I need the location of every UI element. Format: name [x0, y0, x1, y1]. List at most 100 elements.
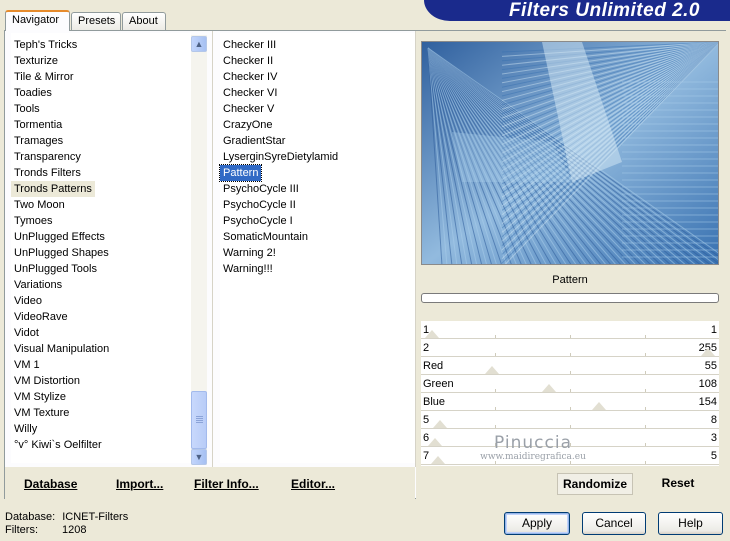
category-item[interactable]: VM Stylize — [11, 389, 69, 405]
slider-row[interactable]: 58 — [421, 411, 719, 429]
database-link[interactable]: Database — [24, 477, 77, 491]
slider-label: 7 — [423, 450, 430, 462]
category-item[interactable]: Transparency — [11, 149, 84, 165]
filter-item[interactable]: Checker VI — [220, 85, 280, 101]
filter-item[interactable]: Checker V — [220, 101, 277, 117]
filter-item[interactable]: CrazyOne — [220, 117, 276, 133]
import-link[interactable]: Import... — [116, 477, 163, 491]
status-database-value: ICNET-Filters — [62, 511, 129, 523]
category-item[interactable]: Teph's Tricks — [11, 37, 80, 53]
slider-value: 5 — [710, 450, 717, 462]
editor-link[interactable]: Editor... — [291, 477, 335, 491]
filter-item[interactable]: Checker II — [220, 53, 276, 69]
category-item[interactable]: VM Texture — [11, 405, 72, 421]
slider-track[interactable] — [421, 464, 719, 465]
filter-item[interactable]: Checker IV — [220, 69, 280, 85]
filter-item[interactable]: PsychoCycle I — [220, 213, 296, 229]
slider-thumb[interactable] — [430, 456, 445, 464]
filter-item[interactable]: PsychoCycle III — [220, 181, 302, 197]
category-item[interactable]: Two Moon — [11, 197, 68, 213]
scroll-down-button[interactable]: ▼ — [191, 449, 207, 465]
category-item[interactable]: Tramages — [11, 133, 66, 149]
slider-thumb[interactable] — [433, 420, 448, 428]
slider-value: 108 — [698, 378, 717, 390]
filter-list[interactable]: Checker III Checker II Checker IV Checker V… — [218, 33, 415, 463]
category-item[interactable]: VideoRave — [11, 309, 71, 325]
category-item[interactable]: Texturize — [11, 53, 61, 69]
category-item[interactable]: Tools — [11, 101, 43, 117]
watermark-url: www.maidiregrafica.eu — [480, 452, 586, 462]
progress-bar — [421, 293, 719, 303]
slider-thumb[interactable] — [427, 438, 442, 446]
watermark-name: Pinuccia — [494, 433, 572, 453]
slider-value: 55 — [704, 360, 717, 372]
category-item[interactable]: °v° Kiwi`s Oelfilter — [11, 437, 105, 453]
window-title: Filters Unlimited 2.0 — [424, 0, 730, 21]
slider-row[interactable]: 11 — [421, 321, 719, 339]
tab-presets[interactable]: Presets — [71, 12, 121, 30]
slider-thumb[interactable] — [484, 366, 499, 374]
tab-about[interactable]: About — [122, 12, 166, 30]
preview-image — [421, 41, 719, 265]
status-filters-label: Filters: — [5, 524, 38, 536]
status-database-label: Database: — [5, 511, 56, 523]
slider-thumb[interactable] — [591, 402, 606, 410]
category-item[interactable]: Tronds Patterns — [11, 181, 95, 197]
slider-row[interactable]: 2 255 — [421, 339, 719, 357]
filter-item[interactable]: Warning!!! — [220, 261, 276, 277]
category-item[interactable]: Variations — [11, 277, 65, 293]
category-item[interactable]: Tile & Mirror — [11, 69, 76, 85]
category-list[interactable]: Teph's Tricks Texturize Tile & Mirror Toadi… — [11, 33, 191, 463]
slider-label: 5 — [423, 414, 430, 426]
slider-value: 1 — [710, 324, 717, 336]
help-button[interactable]: Help — [658, 512, 723, 535]
category-item[interactable]: UnPlugged Shapes — [11, 245, 112, 261]
category-item[interactable]: VM Distortion — [11, 373, 83, 389]
filter-info-link[interactable]: Filter Info... — [194, 477, 259, 491]
slider-thumb[interactable] — [701, 348, 715, 356]
status-filters-value: 1208 — [62, 524, 87, 536]
filter-item[interactable]: Warning 2! — [220, 245, 279, 261]
apply-button[interactable]: Apply — [504, 512, 570, 535]
scroll-up-button[interactable]: ▲ — [191, 36, 207, 52]
slider-value: 8 — [710, 414, 717, 426]
filter-item[interactable]: Checker III — [220, 37, 279, 53]
filter-item[interactable]: LyserginSyreDietylamid — [220, 149, 341, 165]
filter-item[interactable]: PsychoCycle II — [220, 197, 299, 213]
pattern-preview — [422, 42, 718, 264]
category-item[interactable]: Vidot — [11, 325, 42, 341]
category-item[interactable]: UnPlugged Tools — [11, 261, 100, 277]
watermark: Pinuccia www.maidiregrafica.eu — [471, 433, 595, 462]
category-item[interactable]: UnPlugged Effects — [11, 229, 108, 245]
tab-navigator[interactable]: Navigator — [5, 10, 70, 31]
category-item[interactable]: Tronds Filters — [11, 165, 84, 181]
slider-value: 3 — [710, 432, 717, 444]
cancel-button[interactable]: Cancel — [582, 512, 646, 535]
divider — [212, 31, 213, 467]
slider-label: Red — [423, 360, 444, 372]
slider-row[interactable]: Green 108 — [421, 375, 719, 393]
chevron-down-icon: ▼ — [194, 452, 204, 462]
reset-button[interactable]: Reset — [645, 473, 711, 495]
slider-row[interactable]: Red 55 — [421, 357, 719, 375]
filter-item[interactable]: GradientStar — [220, 133, 288, 149]
category-item[interactable]: Visual Manipulation — [11, 341, 112, 357]
chevron-up-icon: ▲ — [194, 39, 204, 49]
status-database: Database: ICNET-Filters — [5, 511, 128, 523]
slider-thumb[interactable] — [542, 384, 557, 392]
category-scrollbar[interactable]: ▲ ▼ — [191, 35, 207, 465]
filter-item[interactable]: SomaticMountain — [220, 229, 311, 245]
randomize-button[interactable]: Randomize — [557, 473, 633, 495]
category-item[interactable]: Toadies — [11, 85, 55, 101]
category-item[interactable]: Tymoes — [11, 213, 56, 229]
slider-row[interactable]: Blue 154 — [421, 393, 719, 411]
filter-item[interactable]: Pattern — [218, 164, 263, 182]
category-item[interactable]: Willy — [11, 421, 40, 437]
category-item[interactable]: Video — [11, 293, 45, 309]
filter-name-label: Pattern — [421, 268, 719, 292]
category-item[interactable]: Tormentia — [11, 117, 65, 133]
category-item[interactable]: VM 1 — [11, 357, 43, 373]
scroll-thumb[interactable] — [191, 391, 207, 449]
slider-thumb[interactable] — [425, 330, 439, 338]
status-filters: Filters: 1208 — [5, 524, 86, 536]
